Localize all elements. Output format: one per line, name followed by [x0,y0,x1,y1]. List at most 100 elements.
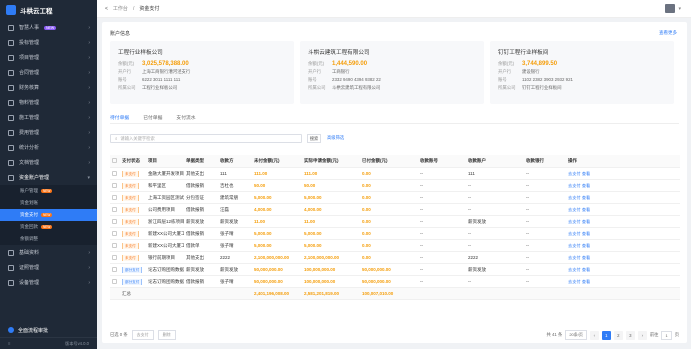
view-link[interactable]: 查看 [582,195,590,200]
account-no-cell: -- [420,231,423,236]
row-checkbox[interactable] [112,194,117,200]
sidebar-subitem-4[interactable]: 余额调整 [0,233,97,245]
prev-page-button[interactable]: ‹ [589,330,599,340]
page-1[interactable]: 1 [601,330,611,340]
view-link[interactable]: 查看 [582,231,590,236]
sidebar-subitem-0[interactable]: 账户管理 NEW [0,185,97,197]
menu-icon[interactable]: ≡ [8,341,10,346]
row-checkbox[interactable] [112,218,117,224]
unpaid-cell: 5,000.00 [254,195,272,200]
account-card-value: 6222 3011 1111 111 [142,77,181,82]
sidebar-item-after-0[interactable]: 基础资料 › [0,245,97,260]
view-link[interactable]: 查看 [582,255,590,260]
pay-link[interactable]: 去支付 [568,279,581,284]
sidebar-item-4[interactable]: 财务核算 › [0,80,97,95]
sidebar-item-7[interactable]: 费用管理 › [0,125,97,140]
sidebar-subitem-3[interactable]: 资金回款 NEW [0,221,97,233]
account-no-cell: -- [420,267,423,272]
sidebar-subitem-2[interactable]: 资金支付 NEW [0,209,97,221]
pay-link[interactable]: 去支付 [568,255,581,260]
sidebar-item-9[interactable]: 文档管理 › [0,155,97,170]
view-link[interactable]: 查看 [582,183,590,188]
account-cell: 2222 [468,255,479,260]
status-cell: 未支付 [120,254,146,261]
search-button[interactable]: 搜索 [307,134,321,143]
action-cell: 去支付 查看 [566,267,596,273]
action-cell: 去支付 查看 [566,183,596,189]
row-checkbox[interactable] [112,266,117,272]
row-checkbox[interactable] [112,242,117,248]
row-checkbox[interactable] [112,182,117,188]
status-cell: 未支付 [120,230,146,237]
sidebar-item-1[interactable]: 投标管理 › [0,35,97,50]
search-input[interactable]: ⌕ 请输入关键字检索 [110,134,302,143]
pay-link[interactable]: 去支付 [568,195,581,200]
menu-item-icon [8,114,14,121]
back-icon[interactable]: < [105,6,108,12]
sidebar-item-label: 统计分析 [19,145,40,151]
pay-link[interactable]: 去支付 [568,267,581,272]
account-card-row: 所属公司 钉钉工程行业样板间 [498,85,666,93]
unpaid-cell: 50,000,000.00 [254,279,283,284]
page-2[interactable]: 2 [613,330,623,340]
pay-link[interactable]: 去支付 [568,231,581,236]
row-checkbox[interactable] [112,206,117,212]
batch-pay-button[interactable]: 去支付 [131,330,154,340]
row-checkbox[interactable] [112,254,117,260]
table-row: 未支付 上海工资园区测试项目分包签证 建筑常朋 5,000.00 5,000.00 0.0… [110,192,680,204]
sidebar-item-after-2[interactable]: 设备管理 › [0,275,97,290]
type-cell: 其他支出 [186,254,204,260]
account-card-name: 斗栱云建筑工程有限公司 [308,50,370,56]
pay-link[interactable]: 去支付 [568,171,581,176]
action-cell: 去支付 查看 [566,255,596,261]
view-link[interactable]: 查看 [582,171,590,176]
chevron-icon: › [88,99,90,106]
goto-input[interactable]: 1 [661,330,672,340]
sidebar-item-5[interactable]: 物料管理 › [0,95,97,110]
action-cell: 去支付 查看 [566,207,596,213]
view-link[interactable]: 查看 [582,279,590,284]
view-more-link[interactable]: 查看更多 [659,30,677,36]
column-header: 操作 [568,158,577,163]
workflow-button[interactable]: 全面流程审批 [0,323,97,337]
sidebar-subitem-1[interactable]: 资金划账 [0,197,97,209]
select-all-checkbox[interactable] [112,158,117,163]
view-link[interactable]: 查看 [582,219,590,224]
total-apply: 2,581,201,819.00 [304,291,340,296]
paid-cell: 0.00 [362,171,371,176]
project-cell: 上海工资园区测试项目 [148,194,184,200]
row-checkbox[interactable] [112,170,117,176]
sidebar-item-2[interactable]: 项目管理 › [0,50,97,65]
breadcrumb-workbench[interactable]: 工作台 [113,5,128,12]
sidebar-item-8[interactable]: 统计分析 › [0,140,97,155]
pay-link[interactable]: 去支付 [568,243,581,248]
account-card-row: 开户行 工商银行 [308,69,476,77]
advanced-filter-link[interactable]: 高级筛选 [327,135,344,141]
page-size-select[interactable]: 20条/页 [565,330,587,340]
view-link[interactable]: 查看 [582,207,590,212]
batch-delete-button[interactable]: 删除 [157,330,176,340]
search-placeholder: 请输入关键字检索 [120,135,155,141]
sidebar-item-6[interactable]: 施工管理 › [0,110,97,125]
pay-link[interactable]: 去支付 [568,219,581,224]
next-page-button[interactable]: › [637,330,647,340]
paid-cell: 0.00 [362,255,371,260]
type-cell: 薪资发放 [186,266,204,272]
user-menu[interactable]: ▾ [665,4,681,13]
pay-link[interactable]: 去支付 [568,183,581,188]
pay-link[interactable]: 去支付 [568,207,581,212]
sidebar-item-after-1[interactable]: 证照管理 › [0,260,97,275]
payee-cell: 111 [220,171,227,176]
apply-cell: 100,000,000.00 [304,267,336,272]
page-3[interactable]: 3 [625,330,635,340]
logo-icon [6,5,16,15]
row-checkbox[interactable] [112,278,117,284]
menu-item-icon [8,174,14,181]
table-row: 未支付 新建XX公司大厦工程借款报销 张子晴 5,000.00 5,000.00 0.00… [110,228,680,240]
view-link[interactable]: 查看 [582,267,590,272]
sidebar-item-10[interactable]: 资金账户管理 ▾ [0,170,97,185]
sidebar-item-3[interactable]: 合同管理 › [0,65,97,80]
row-checkbox[interactable] [112,230,117,236]
sidebar-item-0[interactable]: 智慧人事 NEW › [0,20,97,35]
view-link[interactable]: 查看 [582,243,590,248]
